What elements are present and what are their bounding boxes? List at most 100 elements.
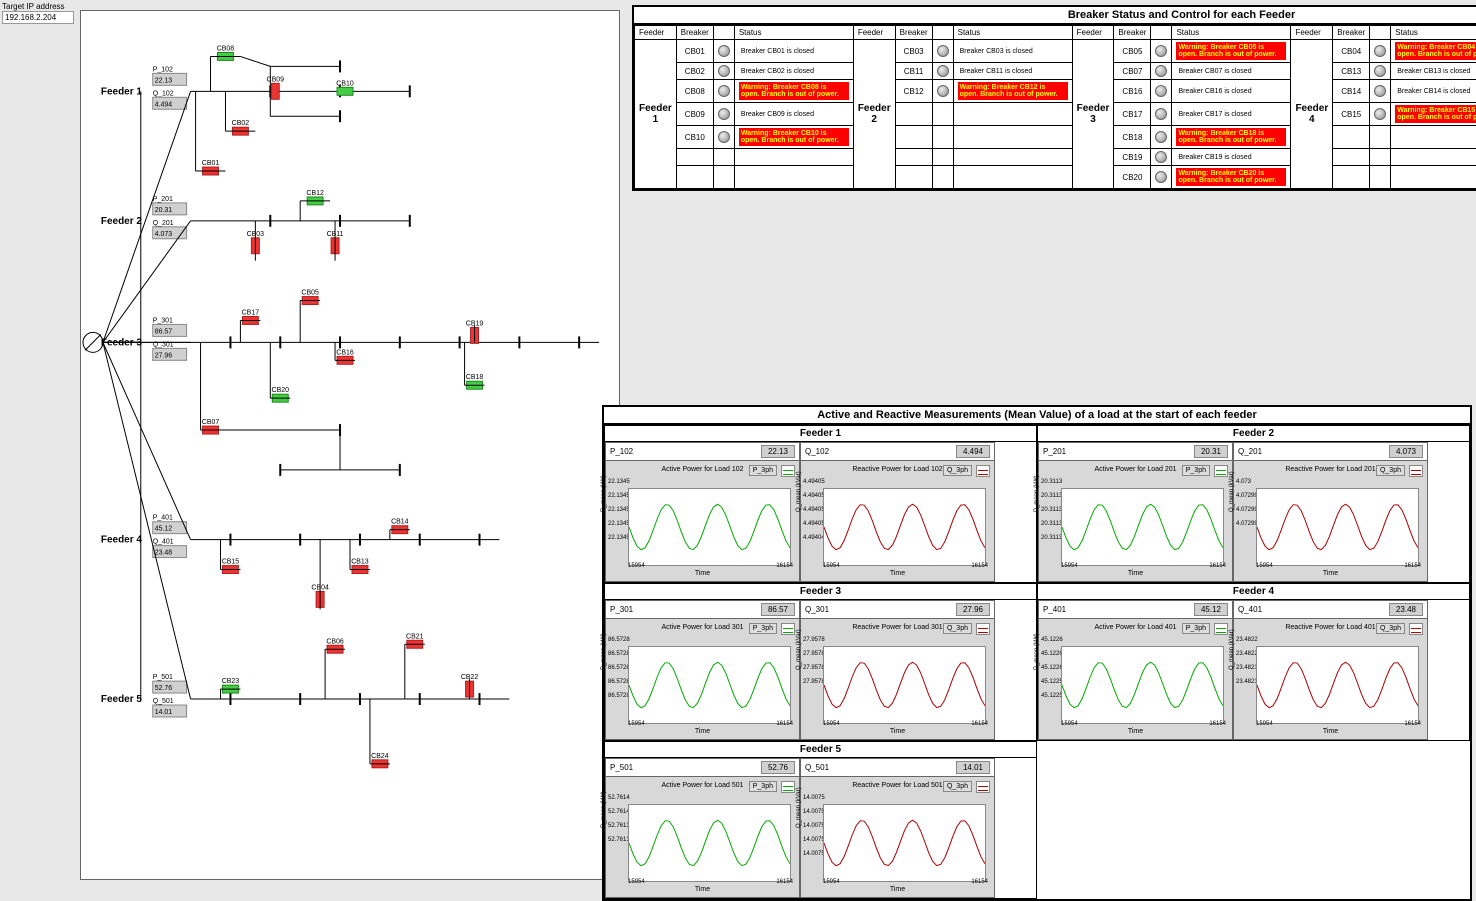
y-tick: 52.7614 <box>608 795 630 801</box>
phase-button[interactable]: P_3ph <box>1182 465 1210 476</box>
plot-area[interactable] <box>1061 646 1224 724</box>
breaker-led[interactable] <box>713 126 734 149</box>
breaker-table-header: Breaker <box>1114 26 1151 40</box>
phase-button[interactable]: Q_3ph <box>1376 623 1405 634</box>
var-value: 23.48 <box>1389 603 1423 616</box>
feeder-measurements: Feeder 2 P_201 20.31 Active Power for Lo… <box>1037 425 1470 583</box>
breaker-status: Breaker CB11 is closed <box>953 63 1072 80</box>
breaker-id: CB10 <box>676 126 713 149</box>
var-value: 4.494 <box>956 445 990 458</box>
breaker-id: CB07 <box>1114 63 1151 80</box>
x-tick: 15954 <box>1256 721 1273 727</box>
plot-area[interactable] <box>1256 646 1419 724</box>
svg-text:14.01: 14.01 <box>155 709 173 716</box>
phase-button[interactable]: P_3ph <box>749 465 777 476</box>
phase-button[interactable]: Q_3ph <box>943 465 972 476</box>
breaker-table-header <box>1151 26 1172 40</box>
phase-button[interactable]: P_3ph <box>749 781 777 792</box>
x-axis-label: Time <box>805 886 990 893</box>
breaker-led[interactable] <box>713 40 734 63</box>
y-tick: 45.1226 <box>1041 637 1063 643</box>
breaker-led[interactable] <box>1370 63 1391 80</box>
var-label: P_401 <box>1043 605 1194 614</box>
breaker-table-header: Status <box>734 26 853 40</box>
x-tick: 15954 <box>1256 563 1273 569</box>
svg-text:22.13: 22.13 <box>155 77 173 84</box>
phase-button[interactable]: Q_3ph <box>943 623 972 634</box>
breaker-led[interactable] <box>932 40 953 63</box>
breaker-CB09[interactable] <box>271 83 279 99</box>
var-label: Q_102 <box>805 447 956 456</box>
y-tick: 4.49405 <box>803 479 825 485</box>
breaker-status: Warning: Breaker CB12 is open. Branch is… <box>953 80 1072 103</box>
breaker-id: CB05 <box>1114 40 1151 63</box>
x-axis-label: Time <box>1238 570 1423 577</box>
y-tick: 45.1226 <box>1041 651 1063 657</box>
plot-area[interactable] <box>1061 488 1224 566</box>
plot-area[interactable] <box>628 488 791 566</box>
breaker-led[interactable] <box>1151 80 1172 103</box>
breaker-led[interactable] <box>713 103 734 126</box>
measurements-panel: Active and Reactive Measurements (Mean V… <box>602 405 1472 901</box>
plot-area[interactable] <box>823 804 986 882</box>
breaker-led[interactable] <box>932 63 953 80</box>
breaker-led[interactable] <box>1151 63 1172 80</box>
phase-button[interactable]: P_3ph <box>749 623 777 634</box>
y-tick: 20.3113 <box>1041 521 1062 527</box>
breaker-led[interactable] <box>1151 40 1172 63</box>
svg-text:CB09: CB09 <box>267 76 285 83</box>
y-tick: 20.3113 <box>1041 535 1062 541</box>
ip-input[interactable] <box>2 11 74 24</box>
breaker-led[interactable] <box>1151 103 1172 126</box>
phase-button[interactable]: P_3ph <box>1182 623 1210 634</box>
breaker-table-header: Feeder <box>635 26 677 40</box>
y-tick: 23.4822 <box>1236 637 1258 643</box>
ip-label: Target IP address <box>2 2 74 11</box>
svg-text:CB07: CB07 <box>202 419 220 426</box>
measurement-cell: Q_301 27.96 Reactive Power for Load 301 … <box>800 600 995 740</box>
y-tick: 27.9578 <box>803 679 825 685</box>
svg-text:CB12: CB12 <box>306 190 324 197</box>
var-label: Q_301 <box>805 605 956 614</box>
breaker-led[interactable] <box>1370 80 1391 103</box>
y-axis-label: P_mean (kW) <box>601 791 607 828</box>
wave-icon <box>781 781 795 793</box>
y-axis-label: Q_mean (kVar) <box>1229 629 1235 670</box>
x-tick: 15954 <box>1061 563 1078 569</box>
x-axis-label: Time <box>1043 728 1228 735</box>
breaker-table-header: Feeder <box>1072 26 1114 40</box>
phase-button[interactable]: Q_3ph <box>943 781 972 792</box>
phase-button[interactable]: Q_3ph <box>1376 465 1405 476</box>
wave-icon <box>976 465 990 477</box>
breaker-table-header <box>932 26 953 40</box>
y-tick: 23.4822 <box>1236 651 1258 657</box>
breaker-led[interactable] <box>713 63 734 80</box>
y-tick: 86.5728 <box>608 651 630 657</box>
y-tick: 23.4821 <box>1236 679 1258 685</box>
breaker-led[interactable] <box>713 80 734 103</box>
svg-text:CB16: CB16 <box>336 349 354 356</box>
plot-area[interactable] <box>823 646 986 724</box>
plot-area[interactable] <box>1256 488 1419 566</box>
breaker-led[interactable] <box>1370 103 1391 126</box>
svg-text:Feeder 5: Feeder 5 <box>101 694 142 705</box>
breaker-CB10[interactable] <box>337 87 353 95</box>
plot-area[interactable] <box>628 646 791 724</box>
plot-area[interactable] <box>823 488 986 566</box>
breaker-led[interactable] <box>1151 166 1172 189</box>
svg-text:CB05: CB05 <box>301 290 319 297</box>
breaker-led[interactable] <box>1151 149 1172 166</box>
breaker-led[interactable] <box>1370 40 1391 63</box>
breaker-status: Breaker CB14 is closed <box>1391 80 1476 103</box>
breaker-status: Warning: Breaker CB04 is open. Branch is… <box>1391 40 1476 63</box>
breaker-led[interactable] <box>932 80 953 103</box>
breaker-status: Breaker CB01 is closed <box>734 40 853 63</box>
wave-icon <box>781 465 795 477</box>
svg-text:Q_401: Q_401 <box>153 539 174 546</box>
plot-area[interactable] <box>628 804 791 882</box>
breaker-id: CB15 <box>1333 103 1370 126</box>
breaker-table-header: Breaker <box>895 26 932 40</box>
measurement-cell: P_102 22.13 Active Power for Load 102 P_… <box>605 442 800 582</box>
breaker-status: Breaker CB16 is closed <box>1172 80 1291 103</box>
breaker-led[interactable] <box>1151 126 1172 149</box>
